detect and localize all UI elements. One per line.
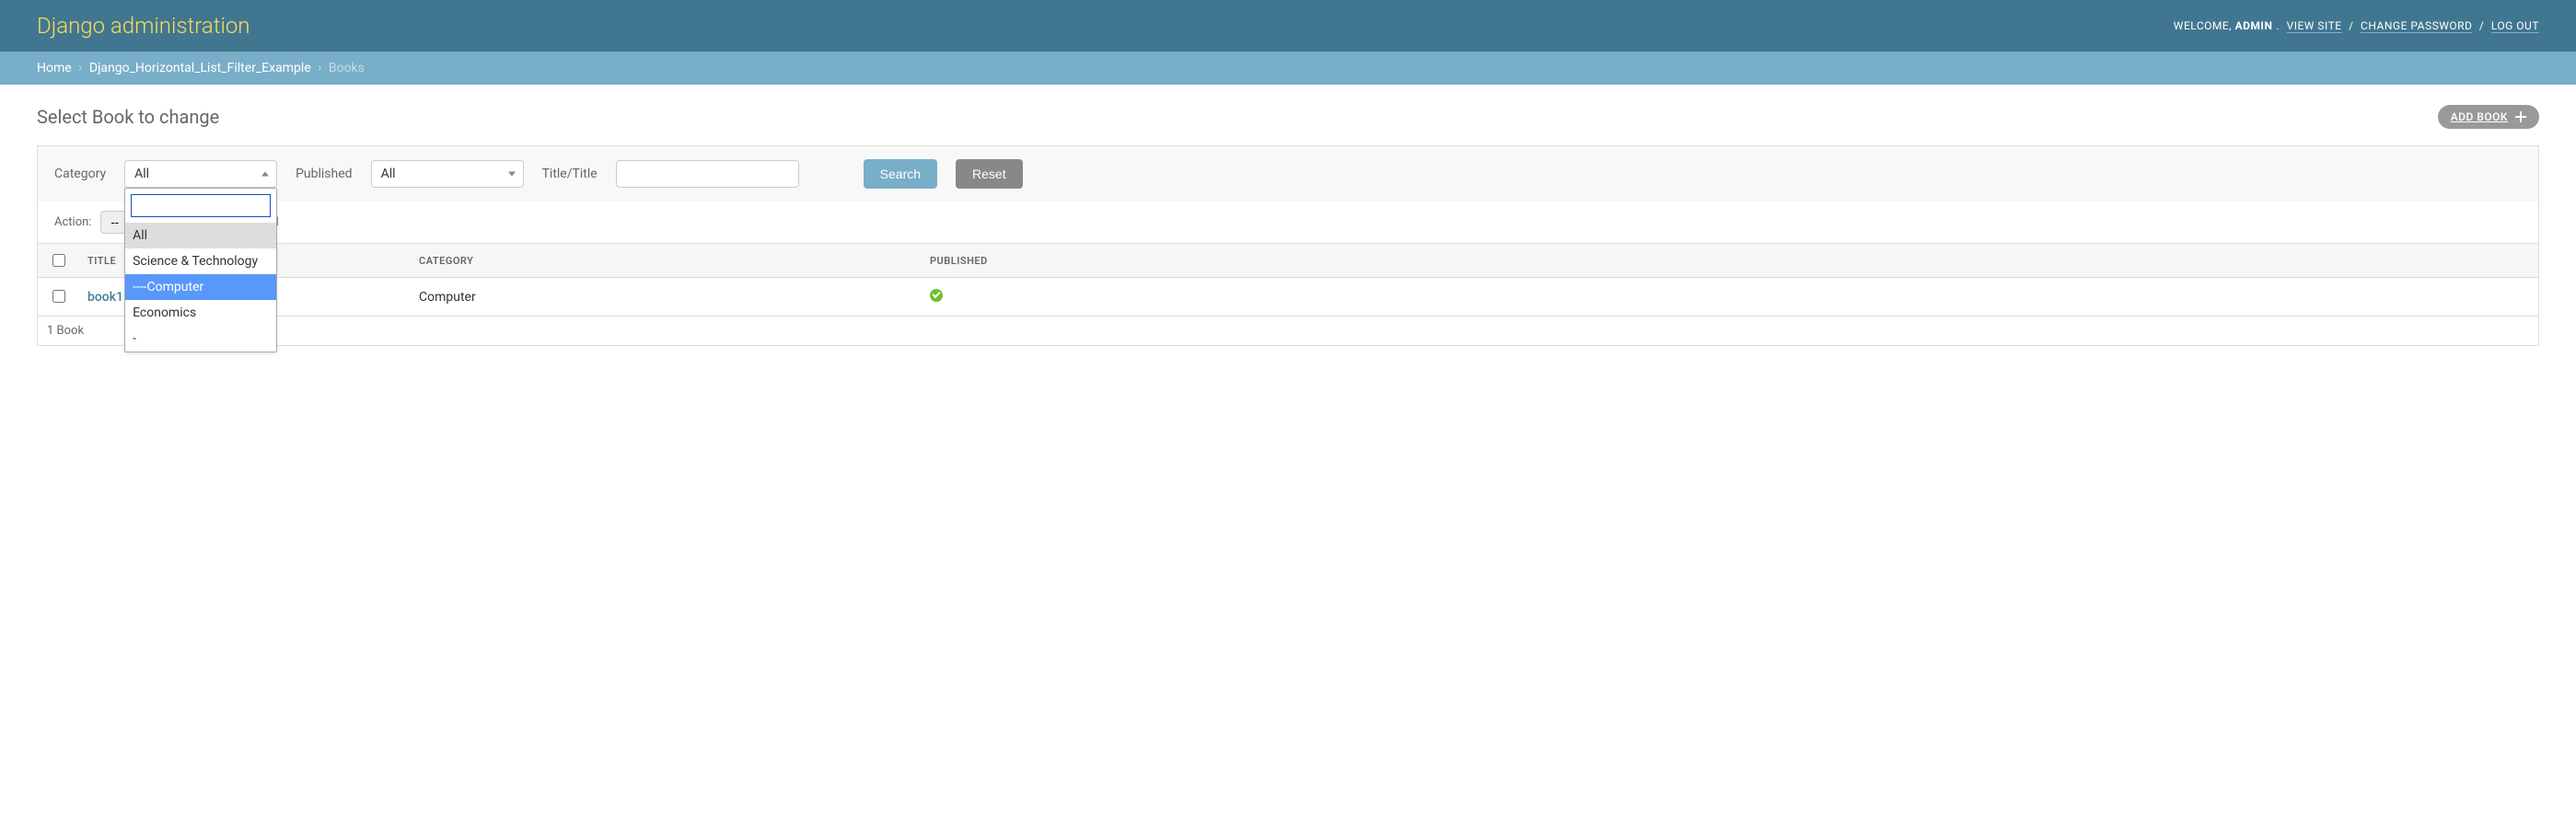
breadcrumb-current: Books (329, 61, 365, 75)
breadcrumb-home[interactable]: Home (37, 61, 72, 75)
search-button[interactable]: Search (864, 159, 937, 189)
view-site-link[interactable]: VIEW SITE (2287, 19, 2342, 33)
category-dropdown[interactable]: AllScience & Technology----ComputerEcono… (124, 188, 277, 352)
results-table: TITLE CATEGORY PUBLISHED book1Computer 1… (37, 244, 2539, 346)
title-filter-label: Title/Title (542, 167, 598, 181)
filter-bar: Category All Published All Title/Title S… (37, 145, 2539, 202)
user-tools: WELCOME, ADMIN. VIEW SITE / CHANGE PASSW… (2174, 19, 2539, 32)
title-filter-input[interactable] (616, 160, 799, 188)
page-title: Select Book to change (37, 106, 219, 128)
change-password-link[interactable]: CHANGE PASSWORD (2361, 19, 2472, 33)
chevron-right-icon: › (78, 61, 82, 75)
plus-icon (2515, 111, 2526, 122)
logout-link[interactable]: LOG OUT (2491, 19, 2539, 33)
separator: / (2349, 19, 2353, 32)
separator: . (2276, 19, 2280, 32)
breadcrumb: Home › Django_Horizontal_List_Filter_Exa… (0, 52, 2576, 85)
category-filter-label: Category (54, 167, 106, 181)
site-title[interactable]: Django administration (37, 13, 250, 39)
check-icon (930, 289, 943, 302)
category-filter-select[interactable]: All (124, 160, 277, 188)
dropdown-option[interactable]: All (125, 223, 276, 248)
reset-button[interactable]: Reset (956, 159, 1023, 189)
dropdown-option[interactable]: ----Computer (125, 274, 276, 300)
add-book-label: ADD BOOK (2451, 110, 2508, 123)
select-all-checkbox[interactable] (52, 254, 65, 267)
row-title-link[interactable]: book1 (87, 290, 123, 305)
dropdown-option[interactable]: Economics (125, 300, 276, 326)
chevron-up-icon (261, 172, 269, 177)
separator: / (2479, 19, 2484, 32)
row-category: Computer (410, 278, 921, 317)
dropdown-options: AllScience & Technology----ComputerEcono… (125, 223, 276, 352)
published-filter-label: Published (296, 167, 352, 181)
welcome-text: WELCOME, (2174, 19, 2232, 32)
add-book-button[interactable]: ADD BOOK (2438, 105, 2539, 129)
published-filter-value: All (381, 167, 396, 181)
row-checkbox[interactable] (52, 290, 65, 303)
dropdown-option[interactable]: - (125, 326, 276, 352)
username: ADMIN (2235, 19, 2273, 32)
col-category[interactable]: CATEGORY (410, 244, 921, 278)
dropdown-search-input[interactable] (131, 194, 271, 217)
dropdown-option[interactable]: Science & Technology (125, 248, 276, 274)
action-label: Action: (54, 215, 91, 229)
breadcrumb-app[interactable]: Django_Horizontal_List_Filter_Example (89, 61, 311, 75)
chevron-down-icon (508, 172, 516, 177)
published-filter-select[interactable]: All (371, 160, 524, 188)
paginator: 1 Book (38, 317, 2538, 345)
category-filter-value: All (134, 167, 149, 181)
actions-bar: Action: -- Go 0 of 1 selected (37, 202, 2539, 244)
col-published[interactable]: PUBLISHED (921, 244, 2538, 278)
chevron-right-icon: › (318, 61, 321, 75)
row-published (921, 278, 2538, 317)
table-row: book1 Computer (38, 278, 2538, 317)
